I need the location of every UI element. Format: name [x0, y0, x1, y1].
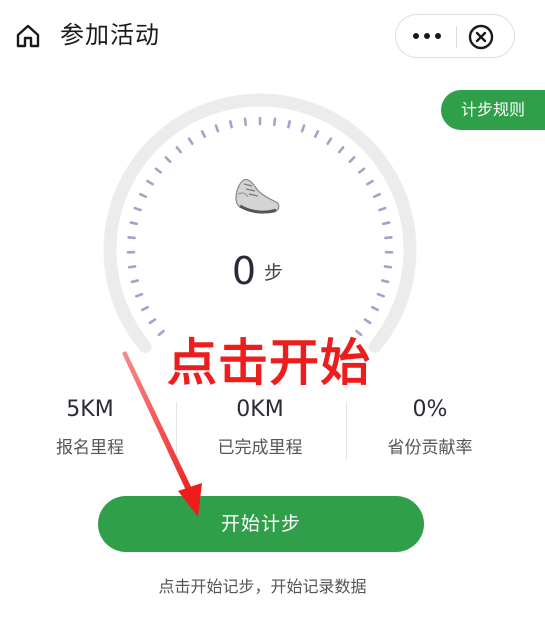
sneaker-icon	[235, 178, 280, 214]
step-rules-button[interactable]: 计步规则	[441, 90, 545, 130]
step-unit: 步	[264, 262, 284, 284]
gauge-tick	[376, 292, 385, 298]
gauge-tick	[164, 156, 172, 163]
annotation-arrow-icon	[122, 351, 202, 517]
gauge-tick	[348, 156, 356, 163]
gauge-tick	[243, 117, 248, 127]
stat-divider	[346, 402, 347, 460]
gauge-tick	[381, 221, 391, 226]
gauge-tick	[229, 120, 233, 129]
stat-label: 省份贡献率	[387, 438, 473, 458]
gauge-ticks	[126, 116, 394, 337]
gauge-tick	[133, 206, 142, 212]
gauge-tick	[326, 137, 333, 146]
gauge-tick	[187, 137, 194, 146]
gauge-tick	[287, 120, 291, 129]
gauge-tick	[313, 130, 320, 139]
gauge-tick	[175, 146, 183, 154]
gauge-tick	[357, 167, 366, 174]
gauge-tick	[154, 167, 163, 174]
gauge-tick	[148, 318, 157, 325]
more-dots-icon[interactable]	[402, 19, 452, 53]
gauge-tick	[146, 179, 154, 186]
gauge-tick	[127, 236, 136, 240]
hint-text: 点击开始记步，开始记录数据	[158, 577, 367, 596]
gauge-tick	[380, 279, 390, 284]
mini-program-capsule	[395, 14, 515, 58]
gauge-tick	[127, 265, 137, 269]
screen: 参加活动 计步规则 0 步 5KM 报名里程 0KM 已完成里程 0% 省份贡献…	[0, 0, 545, 630]
stats-row: 5KM 报名里程 0KM 已完成里程 0% 省份贡献率	[0, 392, 545, 472]
gauge-tick	[378, 206, 387, 212]
gauge-tick	[363, 318, 372, 325]
gauge-tick	[139, 192, 148, 199]
stat-value: 0%	[412, 397, 448, 422]
gauge-tick	[214, 124, 220, 133]
page-title: 参加活动	[60, 21, 160, 49]
gauge-tick	[129, 221, 139, 226]
gauge-tick	[366, 179, 374, 186]
gauge-tick	[384, 236, 393, 240]
gauge-tick	[300, 124, 306, 133]
capsule-divider	[456, 26, 457, 48]
gauge-tick	[141, 305, 150, 312]
gauge-tick	[337, 146, 345, 154]
stat-province-contribution: 0% 省份贡献率	[350, 392, 510, 462]
step-count: 0	[231, 249, 257, 293]
gauge-ring	[103, 93, 417, 353]
gauge-tick	[157, 329, 165, 337]
gauge-tick	[370, 305, 379, 312]
gauge-tick	[383, 265, 393, 269]
gauge-tick	[200, 130, 207, 139]
nav-header: 参加活动	[0, 0, 545, 72]
gauge-tick	[372, 192, 381, 199]
close-circle-icon[interactable]	[467, 23, 495, 51]
gauge-tick	[135, 292, 144, 298]
gauge-tick	[272, 117, 277, 127]
home-icon[interactable]	[14, 22, 42, 50]
gauge-tick	[130, 279, 140, 284]
